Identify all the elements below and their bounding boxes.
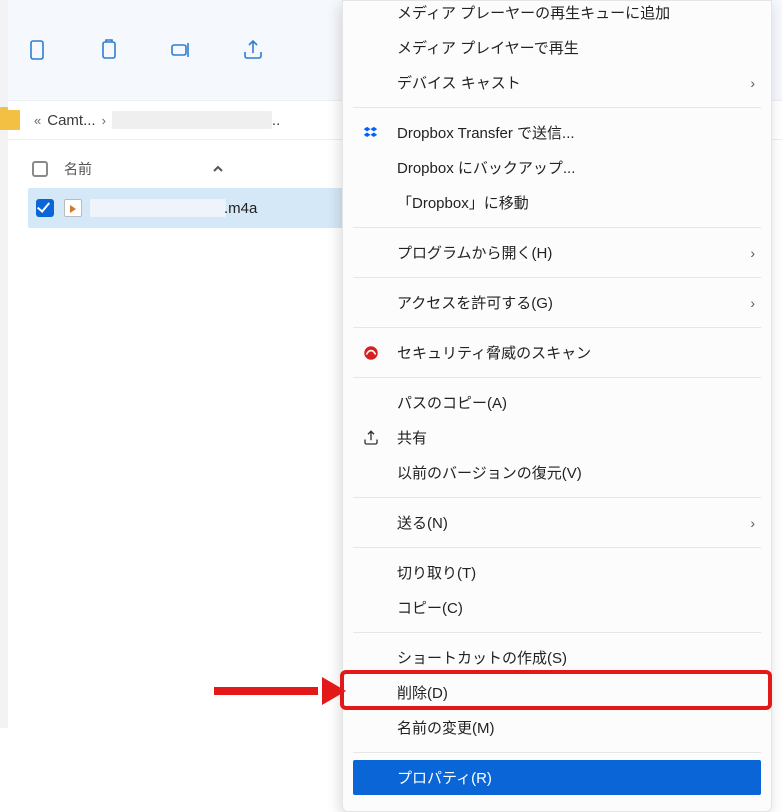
menu-item-security-scan[interactable]: セキュリティ脅威のスキャン [343,335,771,370]
menu-separator [353,497,761,498]
folder-icon [0,110,20,130]
menu-item-add-to-queue[interactable]: メディア プレーヤーの再生キューに追加 [343,0,771,30]
menu-separator [353,632,761,633]
menu-item-cut[interactable]: 切り取り(T) [343,555,771,590]
chevron-right-icon: › [750,75,755,91]
menu-item-send-to[interactable]: 送る(N)› [343,505,771,540]
menu-item-dropbox-send[interactable]: Dropbox Transfer で送信... [343,115,771,150]
annotation-arrow-icon [214,679,346,699]
menu-item-delete[interactable]: 削除(D) [343,675,771,710]
breadcrumb-item[interactable] [112,111,272,129]
menu-item-share[interactable]: 共有 [343,420,771,455]
menu-item-give-access[interactable]: アクセスを許可する(G)› [343,285,771,320]
menu-separator [353,377,761,378]
menu-separator [353,327,761,328]
menu-item-open-with[interactable]: プログラムから開く(H)› [343,235,771,270]
menu-item-copy[interactable]: コピー(C) [343,590,771,625]
dropbox-icon [361,123,381,143]
breadcrumb-chevron[interactable]: › [96,113,112,128]
paste-icon[interactable] [96,37,122,63]
row-checkbox[interactable] [36,199,54,217]
menu-separator [353,227,761,228]
menu-item-cast[interactable]: デバイス キャスト› [343,65,771,100]
select-all-checkbox[interactable] [32,161,48,177]
copy-icon[interactable] [24,37,50,63]
share-icon[interactable] [240,37,266,63]
share-icon [361,428,381,448]
menu-item-dropbox-move[interactable]: 「Dropbox」に移動 [343,185,771,220]
column-name[interactable]: 名前 [64,159,92,179]
menu-item-restore-previous[interactable]: 以前のバージョンの復元(V) [343,455,771,490]
rename-icon[interactable] [168,37,194,63]
menu-item-properties[interactable]: プロパティ(R) [353,760,761,795]
menu-separator [353,547,761,548]
menu-separator [353,277,761,278]
menu-item-copy-path[interactable]: パスのコピー(A) [343,385,771,420]
security-scan-icon [361,343,381,363]
sort-indicator-icon[interactable] [212,163,224,175]
breadcrumb-ellipsis: .. [272,112,280,129]
chevron-right-icon: › [750,245,755,261]
breadcrumb-item[interactable]: Camt... [47,112,95,129]
file-name [90,199,226,217]
menu-separator [353,752,761,753]
menu-item-create-shortcut[interactable]: ショートカットの作成(S) [343,640,771,675]
breadcrumb-chevron[interactable]: « [28,113,47,128]
file-extension: .m4a [224,200,257,217]
menu-separator [353,107,761,108]
chevron-right-icon: › [750,515,755,531]
chevron-right-icon: › [750,295,755,311]
audio-file-icon [64,199,82,217]
context-menu: メディア プレーヤーの再生キューに追加 メディア プレイヤーで再生 デバイス キ… [342,0,772,812]
menu-item-play[interactable]: メディア プレイヤーで再生 [343,30,771,65]
menu-item-dropbox-backup[interactable]: Dropbox にバックアップ... [343,150,771,185]
